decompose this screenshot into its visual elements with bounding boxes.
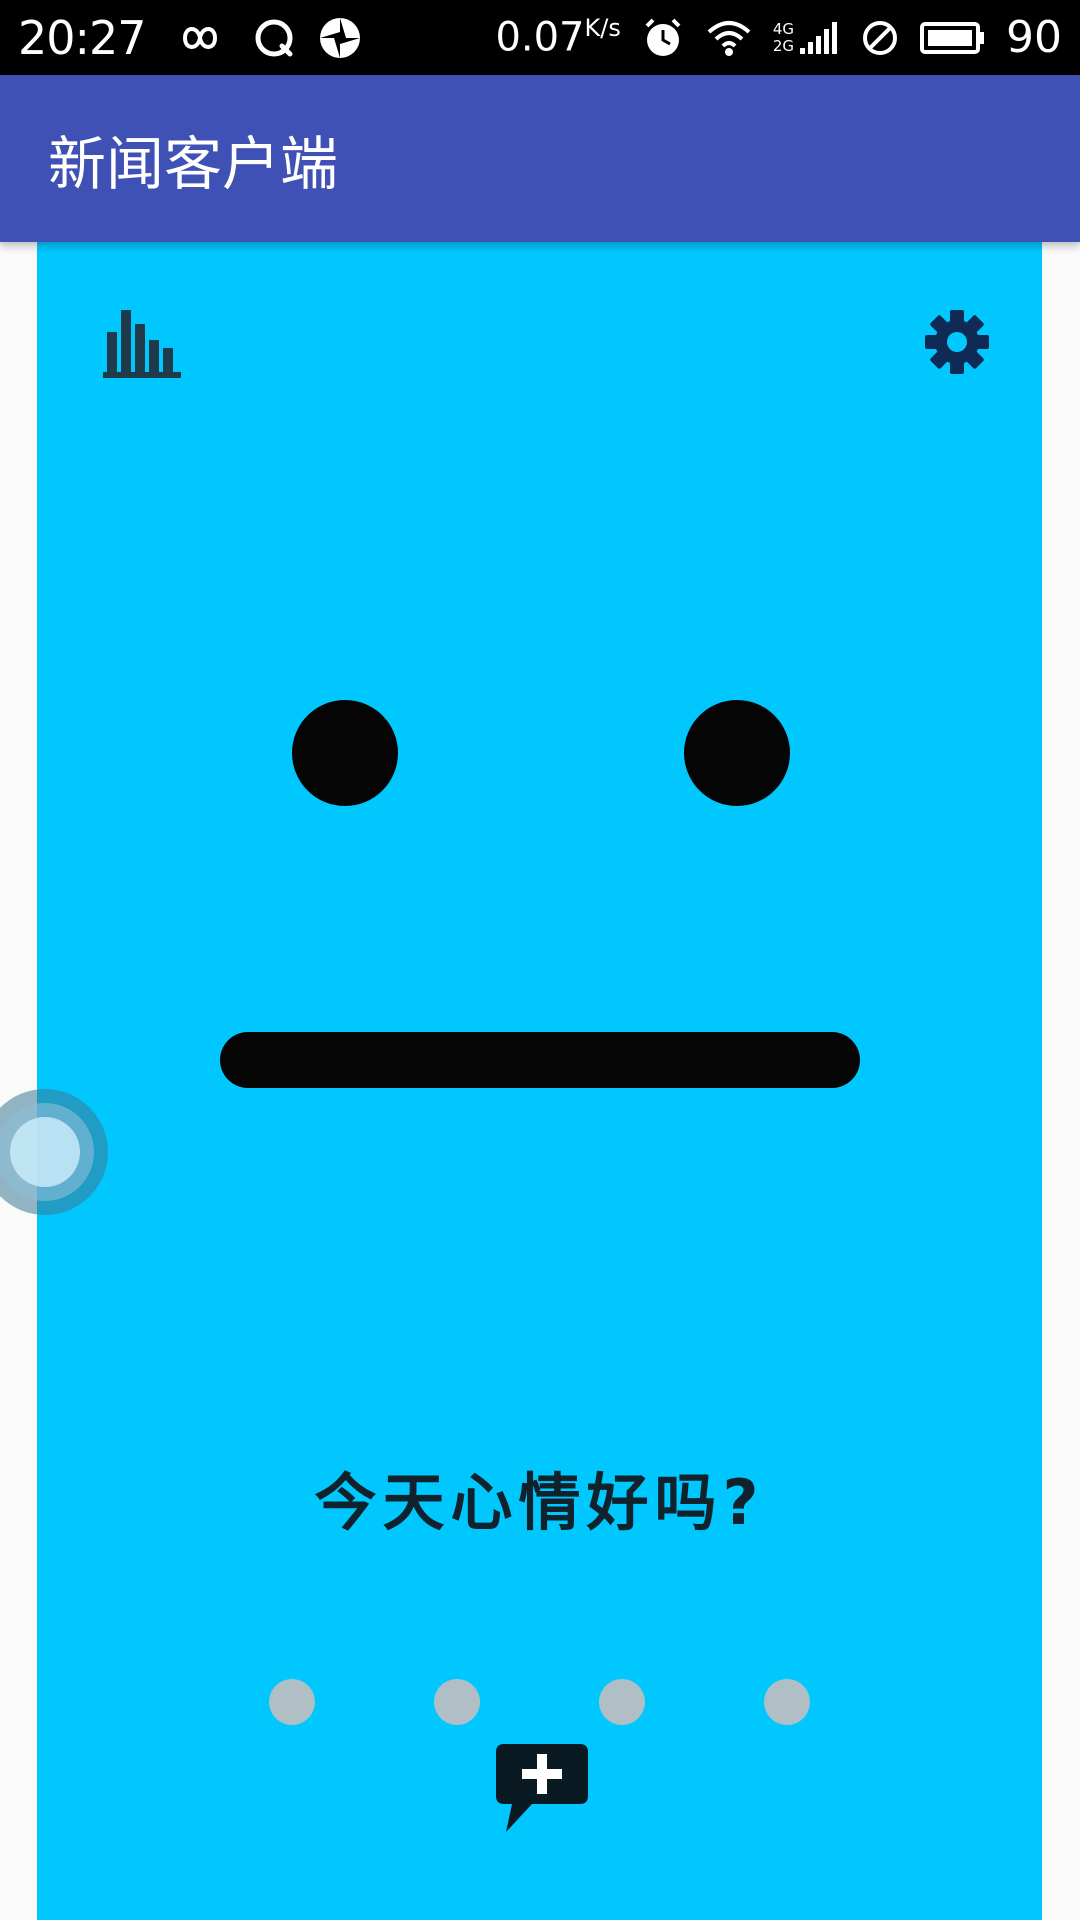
face-right-eye (684, 700, 790, 806)
status-system-icons: 0.07K/s 4G 2G 90 (495, 12, 1062, 63)
infinity-icon (182, 26, 217, 49)
battery-icon (920, 21, 984, 54)
page-dot[interactable] (269, 1679, 315, 1725)
app-title: 新闻客户端 (48, 129, 339, 198)
page-dot[interactable] (599, 1679, 645, 1725)
battery-level: 90 (1006, 12, 1062, 63)
status-bar: 20:27 0.07K/s 4G 2G 90 (0, 0, 1080, 75)
face-mouth (220, 1032, 860, 1088)
face-left-eye (292, 700, 398, 806)
no-disturb-icon (863, 20, 897, 55)
mood-question: 今天心情好吗? (314, 1466, 765, 1539)
page-dot[interactable] (434, 1679, 480, 1725)
aperture-icon (319, 17, 360, 58)
content-area: 今天心情好吗? (0, 242, 1080, 1920)
signal-icon: 4G 2G (773, 20, 840, 56)
bar-chart-icon[interactable] (101, 302, 189, 382)
assistive-button-core (10, 1117, 80, 1187)
gear-icon[interactable] (917, 302, 997, 382)
alarm-icon (645, 18, 681, 56)
page-dot[interactable] (764, 1679, 810, 1725)
page-indicator (37, 1679, 1042, 1725)
app-bar: 新闻客户端 (0, 75, 1080, 242)
network-speed: 0.07K/s (495, 14, 621, 61)
add-comment-icon[interactable] (492, 1740, 592, 1836)
status-notification-icons (170, 16, 362, 60)
wifi-icon (707, 20, 751, 56)
qq-icon (255, 19, 293, 56)
mood-card[interactable]: 今天心情好吗? (37, 242, 1042, 1920)
status-time: 20:27 (18, 10, 147, 65)
